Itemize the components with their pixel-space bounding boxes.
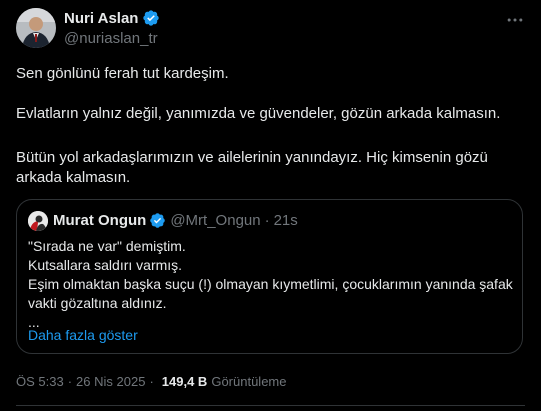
quoted-separator: · — [264, 212, 270, 229]
tweet-time[interactable]: ÖS 5:33 — [16, 374, 64, 389]
tweet-paragraph: Sen gönlünü ferah tut kardeşim. — [16, 65, 229, 82]
tweet-paragraph: Bütün yol arkadaşlarımızın ve ailelerini… — [16, 149, 488, 186]
more-horizontal-icon[interactable] — [505, 10, 525, 30]
view-count: 149,4 B — [161, 374, 208, 389]
quoted-display-name: Murat Ongun — [53, 212, 147, 229]
verified-badge-icon — [150, 213, 166, 228]
author-name-row: Nuri Aslan — [64, 9, 160, 27]
quoted-handle: @Mrt_Ongun — [170, 212, 261, 229]
author-handle[interactable]: @nuriaslan_tr — [64, 30, 158, 47]
quoted-line: Kutsallara saldırı varmış. — [28, 257, 183, 273]
quoted-line: Eşim olmaktan başka suçu (!) olmayan kıy… — [28, 276, 513, 292]
quoted-text: "Sırada ne var" demiştim. Kutsallara sal… — [28, 237, 513, 332]
meta-separator: · — [67, 374, 73, 389]
quoted-timestamp: 21s — [273, 212, 298, 229]
tweet-date[interactable]: 26 Nis 2025 — [76, 374, 145, 389]
view-label: Görüntüleme — [211, 374, 287, 389]
author-avatar[interactable] — [16, 8, 56, 48]
author-display-name[interactable]: Nuri Aslan — [64, 10, 138, 27]
tweet-meta: ÖS 5:33 · 26 Nis 2025 · 149,4 B Görüntül… — [16, 374, 286, 389]
quoted-line: vakti gözaltına aldınız. — [28, 295, 167, 311]
verified-badge-icon — [143, 10, 160, 26]
divider — [16, 405, 525, 406]
tweet-paragraph: Evlatların yalnız değil, yanımızda ve gü… — [16, 105, 501, 122]
quoted-tweet[interactable]: Murat Ongun @Mrt_Ongun · 21s "Sırada ne … — [16, 199, 523, 354]
show-more-link[interactable]: Daha fazla göster — [28, 327, 138, 343]
quoted-line: "Sırada ne var" demiştim. — [28, 238, 186, 254]
meta-separator: · — [149, 374, 154, 389]
tweet: Nuri Aslan @nuriaslan_tr Sen gönlünü fer… — [0, 0, 541, 411]
quoted-author-avatar — [28, 211, 48, 231]
quoted-header: Murat Ongun @Mrt_Ongun · 21s — [53, 212, 298, 229]
